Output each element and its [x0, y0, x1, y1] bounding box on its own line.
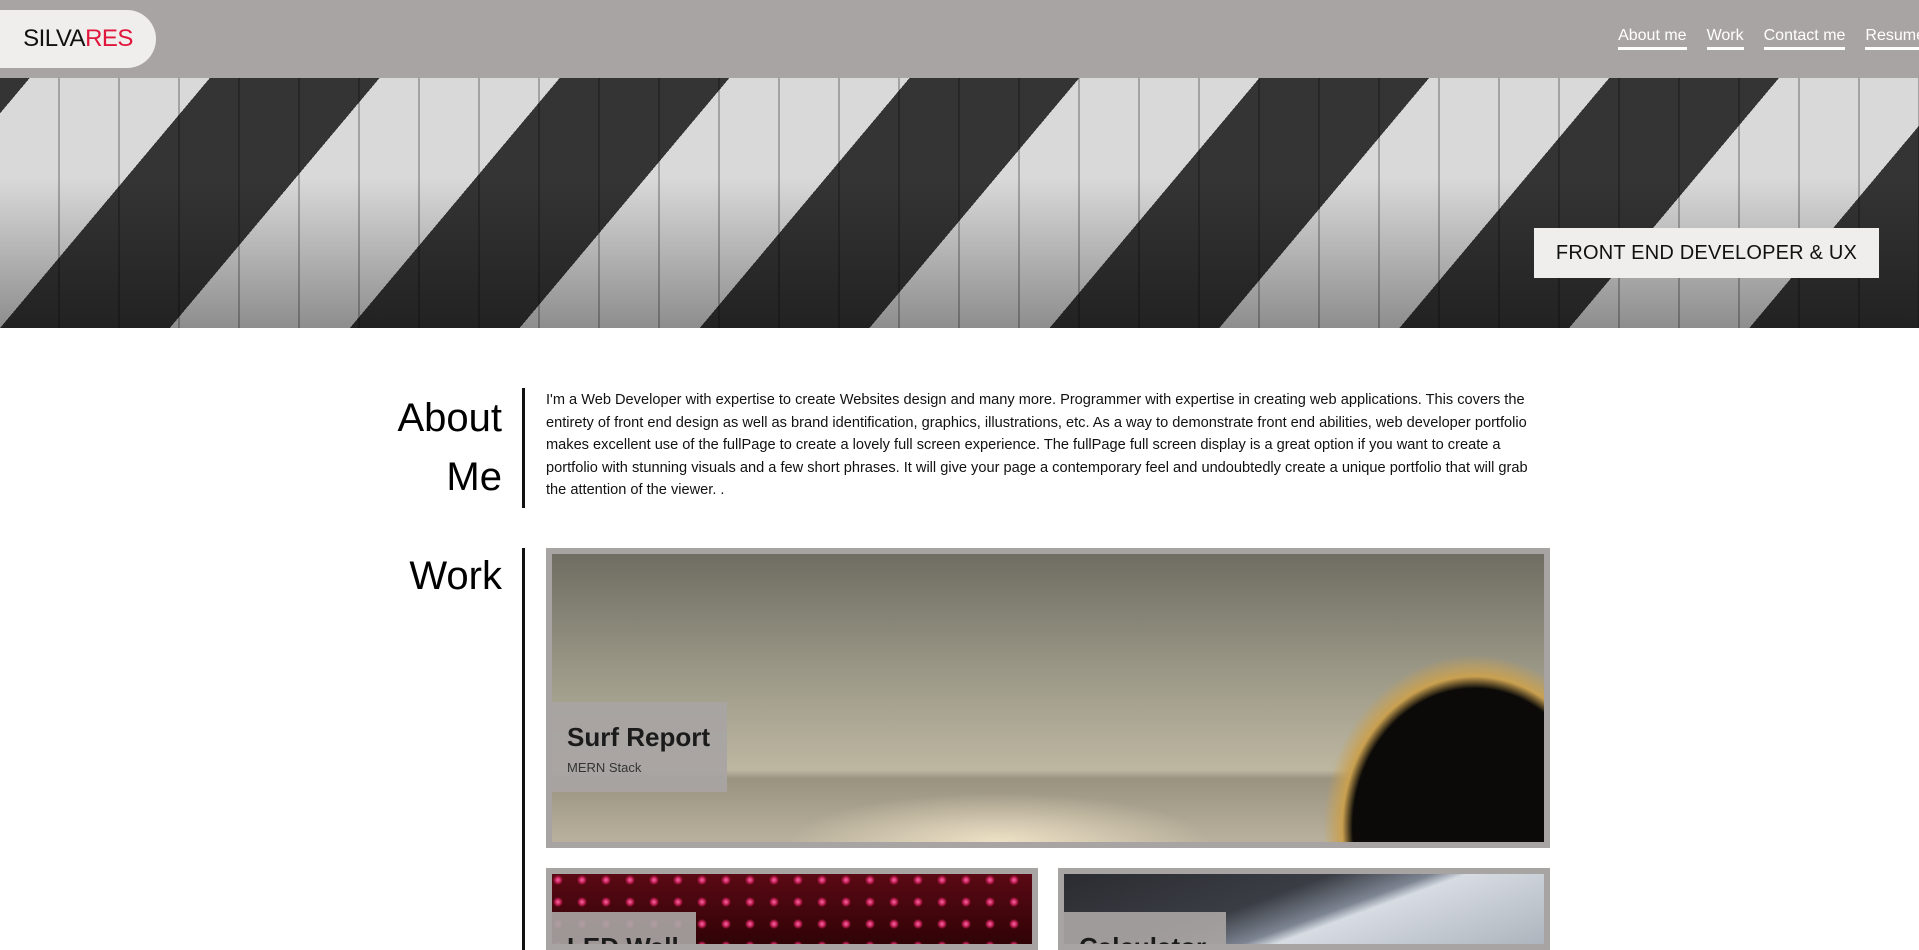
project-subtitle: MERN Stack	[567, 760, 642, 775]
about-title-line2: Me	[446, 455, 502, 499]
work-divider	[522, 548, 525, 950]
nav-link-resume[interactable]: Resume	[1865, 27, 1919, 50]
about-section-title: About Me	[352, 389, 502, 507]
logo-text-res: RES	[85, 25, 133, 52]
nav-link-contact[interactable]: Contact me	[1763, 27, 1846, 50]
work-section-title: Work	[409, 554, 502, 598]
nav-link-about[interactable]: About me	[1618, 27, 1687, 50]
site-logo[interactable]: SILVA RES	[0, 10, 156, 68]
about-divider	[522, 388, 525, 508]
project-image-led: LED Wall	[552, 874, 1032, 944]
project-title: Surf Report	[567, 722, 710, 752]
logo-text-silva: SILVA	[23, 25, 86, 52]
project-title: LED Wall	[567, 930, 681, 944]
site-header: SILVARES About me Work Contact me Resume	[0, 0, 1919, 78]
project-title: Calculator	[1079, 930, 1211, 944]
project-image-surf: Surf Report MERN Stack	[552, 554, 1544, 842]
project-card-calculator[interactable]: Calculator	[1058, 868, 1550, 950]
about-title-line1: About	[397, 396, 502, 440]
project-label: Surf Report MERN Stack	[552, 702, 727, 792]
main-nav: About me Work Contact me Resume	[1598, 27, 1919, 50]
project-label: LED Wall	[552, 912, 696, 944]
about-description: I'm a Web Developer with expertise to cr…	[546, 392, 1528, 499]
project-label: Calculator	[1064, 912, 1226, 944]
nav-link-work[interactable]: Work	[1706, 27, 1744, 50]
hero-tagline-badge: FRONT END DEVELOPER & UX	[1534, 228, 1879, 278]
project-card-surf-report[interactable]: Surf Report MERN Stack	[546, 548, 1550, 848]
project-card-led-wall[interactable]: LED Wall	[546, 868, 1038, 950]
project-image-calculator: Calculator	[1064, 874, 1544, 944]
hero-banner: FRONT END DEVELOPER & UX	[0, 78, 1919, 328]
